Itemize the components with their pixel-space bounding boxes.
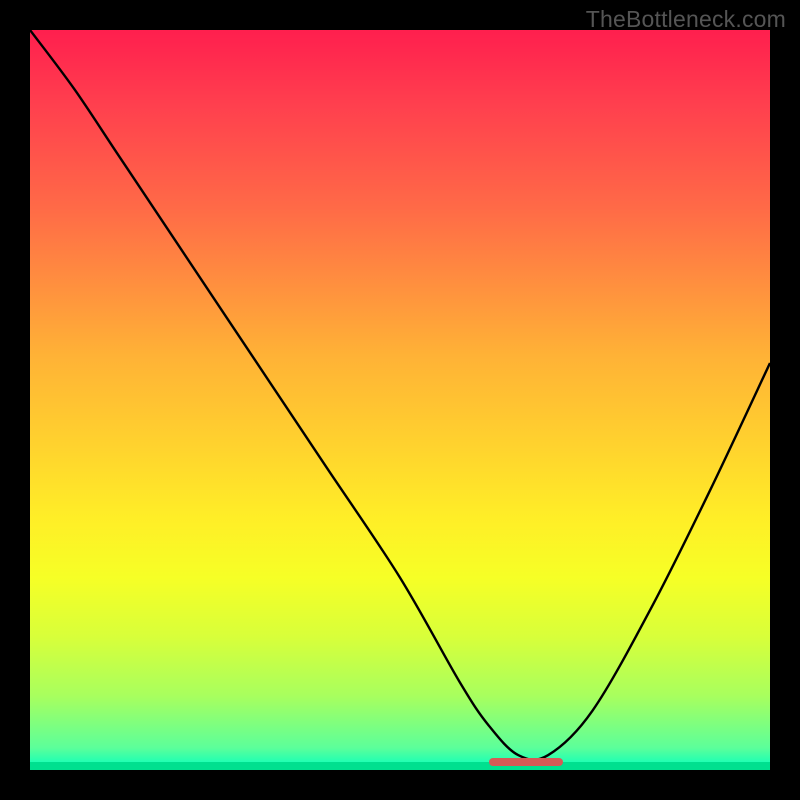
chart-frame: TheBottleneck.com xyxy=(0,0,800,800)
plot-area xyxy=(30,30,770,770)
watermark-text: TheBottleneck.com xyxy=(586,6,786,33)
curve-svg xyxy=(30,30,770,770)
flat-region-marker xyxy=(489,758,563,766)
bottleneck-curve xyxy=(30,30,770,760)
bottom-green-band xyxy=(30,762,770,770)
